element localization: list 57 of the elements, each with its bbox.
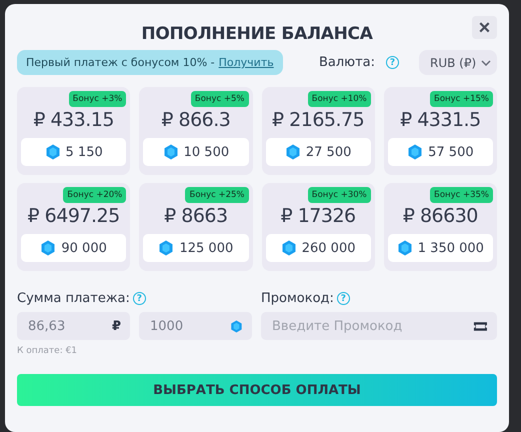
package-price: ₽ 2165.75 [272,109,364,131]
currency-label: Валюта: [318,55,375,70]
chevron-icon [481,60,491,66]
coins-amount: 1 350 000 [418,240,484,256]
to-pay-text: К оплате: €1 [17,346,78,356]
ruble-sign: ₽ [112,318,121,334]
bonus-badge: Бонус +10% [308,91,371,107]
package-price: ₽ 4331.5 [400,109,481,131]
bonus-badge: Бонус +15% [430,91,493,107]
choose-payment-button[interactable]: ВЫБРАТЬ СПОСОБ ОПЛАТЫ [17,374,497,406]
promo-text: Первый платеж с бонусом 10% - [26,56,215,69]
package-price: ₽ 17326 [280,205,356,227]
coins-amount: 260 000 [302,240,356,256]
currency-select[interactable]: RUB (₽) [419,50,497,75]
dialog-title: ПОПОЛНЕНИЕ БАЛАНСА [141,24,373,44]
coins-amount: 125 000 [179,240,234,256]
package-price: ₽ 6497.25 [28,205,120,227]
coins-amount: 10 500 [184,144,230,160]
package-card[interactable]: Бонус +30% ₽ 17326 260 000 [262,183,375,271]
package-price: ₽ 8663 [164,205,228,227]
package-card[interactable]: Бонус +35% ₽ 86630 1 350 000 [384,183,497,271]
coins-amount: 90 000 [61,240,107,256]
bonus-badge: Бонус +3% [68,91,126,107]
bonus-badge: Бонус +30% [308,187,371,203]
promocode-input[interactable]: Введите Промокод [270,318,474,334]
close-button[interactable]: × [472,16,497,39]
coins-amount: 5 150 [66,144,103,160]
gem-icon [407,144,424,160]
package-price: ₽ 86630 [402,205,478,227]
promocode-field[interactable]: Введите Промокод [261,312,497,340]
package-card[interactable]: Бонус +15% ₽ 4331.5 57 500 [384,87,497,175]
gem-icon [230,318,243,334]
coins-amount: 27 500 [306,144,352,160]
promocode-label: Промокод: [261,291,334,306]
gem-icon [162,144,179,160]
gem-icon [396,240,413,256]
coins-amount: 57 500 [428,144,474,160]
bonus-badge: Бонус +20% [63,187,126,203]
package-card[interactable]: Бонус +25% ₽ 8663 125 000 [139,183,252,271]
bonus-badge: Бонус +5% [190,91,248,107]
gem-icon [280,240,297,256]
package-price: ₽ 433.15 [33,109,114,131]
gem-icon [284,144,301,160]
gem-icon [158,240,174,256]
amount-field[interactable]: 86,63 ₽ [17,312,130,340]
package-card[interactable]: Бонус +5% ₽ 866.3 10 500 [139,87,252,175]
package-card[interactable]: Бонус +10% ₽ 2165.75 27 500 [262,87,375,175]
ticket-icon [473,320,488,332]
gem-icon [40,240,56,256]
bonus-badge: Бонус +35% [430,187,493,203]
amount-label: Сумма платежа: [17,291,130,306]
bonus-badge: Бонус +25% [185,187,248,203]
package-card[interactable]: Бонус +3% ₽ 433.15 5 150 [17,87,130,175]
get-link[interactable]: Получить [218,56,274,69]
gem-icon [44,144,61,160]
package-price: ₽ 866.3 [161,109,230,131]
package-card[interactable]: Бонус +20% ₽ 6497.25 90 000 [17,183,130,271]
